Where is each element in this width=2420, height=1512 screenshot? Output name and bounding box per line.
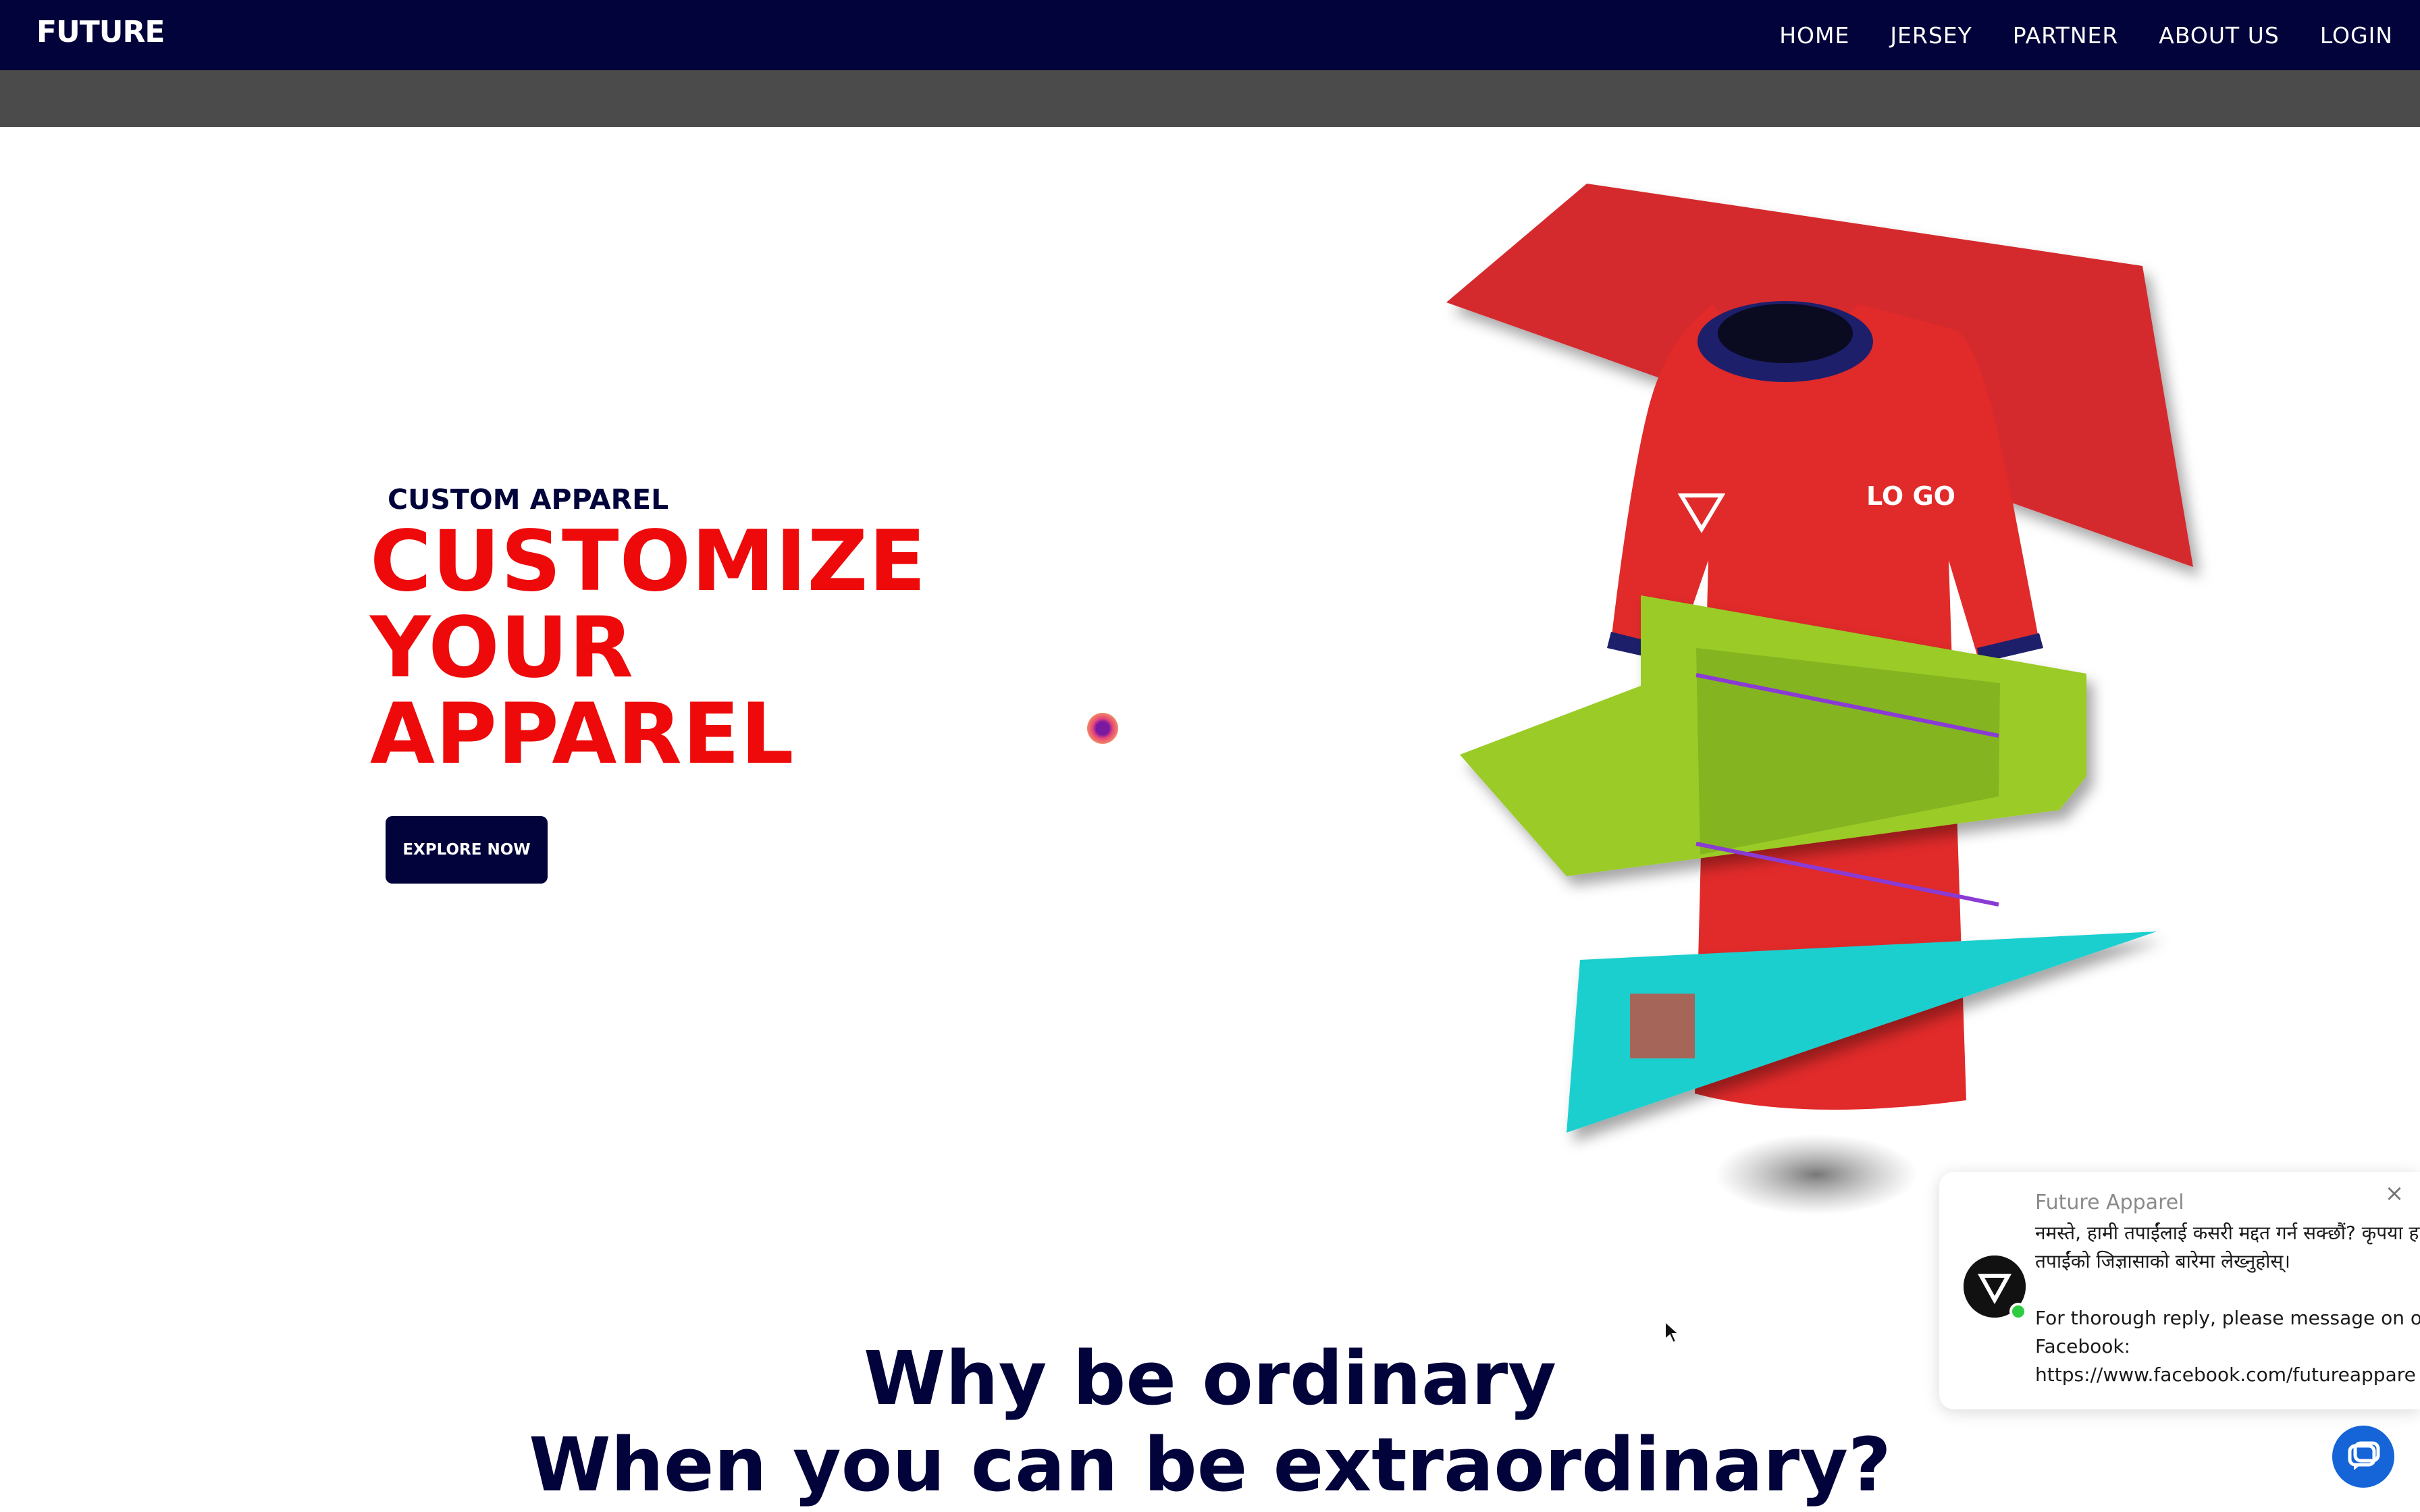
mouse-pointer-icon: [1664, 1320, 1681, 1345]
chat-message: नमस्ते, हामी तपाईंलाई कसरी मद्दत गर्न सक…: [2035, 1219, 2420, 1389]
online-status-dot: [2009, 1303, 2027, 1320]
announcement-bar: [0, 70, 2420, 127]
hero-title-line-3: APPAREL: [370, 686, 795, 783]
hero-title: CUSTOMIZE YOUR APPAREL: [370, 518, 926, 778]
jersey-tag: [1630, 994, 1695, 1058]
chat-bubble-icon: [2348, 1441, 2380, 1470]
chat-message-line-4: Facebook:: [2035, 1335, 2130, 1357]
top-navbar: FUTURE HOME JERSEY PARTNER ABOUT US LOGI…: [0, 0, 2420, 70]
chat-message-line-3: For thorough reply, please message on o: [2035, 1307, 2420, 1329]
future-logo[interactable]: FUTURE: [36, 15, 165, 49]
jersey-collar-inner: [1718, 304, 1853, 363]
jersey-floor-shadow: [1715, 1134, 1918, 1215]
hero-title-line-1: CUSTOMIZE: [370, 513, 927, 610]
hero-subtitle: CUSTOM APPAREL: [388, 483, 669, 516]
hero-title-line-2: YOUR: [370, 599, 634, 697]
close-icon[interactable]: ×: [2382, 1181, 2406, 1206]
chat-message-link[interactable]: https://www.facebook.com/futureappare: [2035, 1361, 2420, 1389]
chest-logo-text: LO GO: [1866, 481, 1955, 511]
explore-now-button[interactable]: EXPLORE NOW: [386, 816, 548, 884]
cursor-follower-dot: [1087, 713, 1118, 744]
nav-login[interactable]: LOGIN: [2320, 22, 2393, 49]
chat-sender-name: Future Apparel: [2035, 1191, 2184, 1214]
main-nav: HOME JERSEY PARTNER ABOUT US LOGIN: [1739, 0, 2393, 70]
jersey-illustration: LO GO: [1391, 182, 2228, 1262]
chat-launcher-button[interactable]: [2332, 1426, 2394, 1488]
chat-popup[interactable]: × Future Apparel नमस्ते, हामी तपाईंलाई क…: [1939, 1172, 2420, 1409]
nav-jersey[interactable]: JERSEY: [1890, 22, 1972, 49]
section-heading-line-2: When you can be extraordinary?: [529, 1422, 1891, 1508]
nav-about-us[interactable]: ABOUT US: [2159, 22, 2280, 49]
chat-message-line-2: तपाईंको जिज्ञासाको बारेमा लेख्नुहोस्।: [2035, 1250, 2290, 1272]
nav-partner[interactable]: PARTNER: [2013, 22, 2119, 49]
logo-text: FUTURE: [36, 15, 164, 47]
nav-home[interactable]: HOME: [1779, 22, 1849, 49]
chat-message-line-1: नमस्ते, हामी तपाईंलाई कसरी मद्दत गर्न सक…: [2035, 1222, 2420, 1244]
